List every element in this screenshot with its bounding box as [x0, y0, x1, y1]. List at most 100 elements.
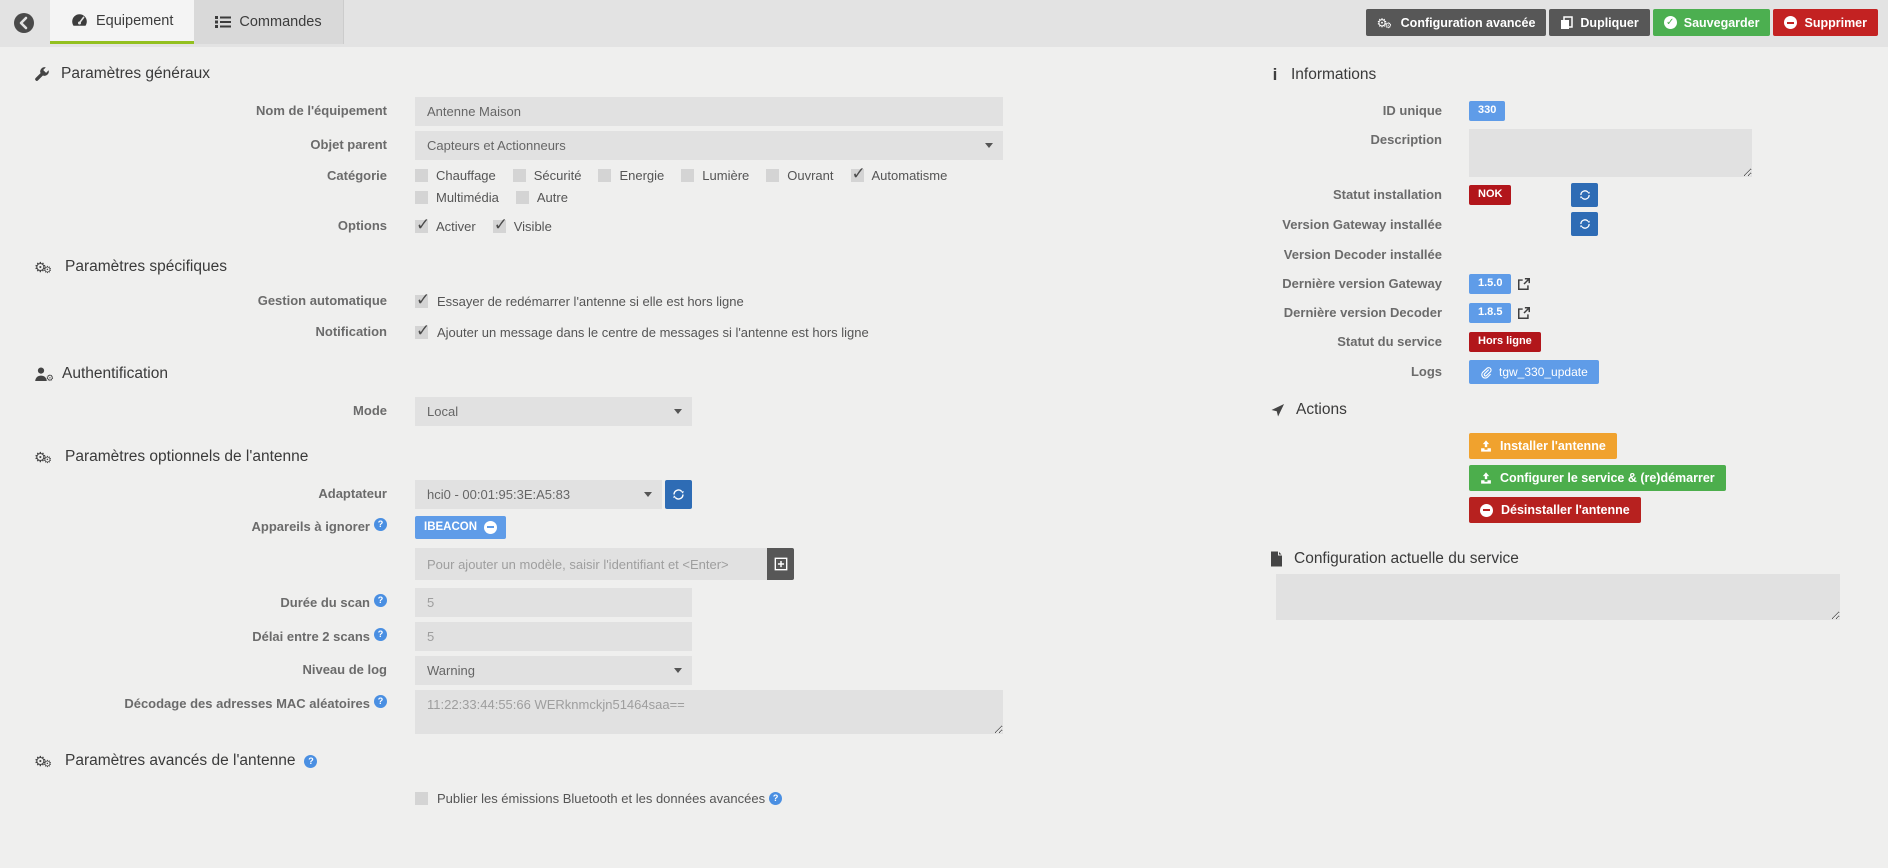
description-textarea[interactable]	[1469, 129, 1752, 177]
tab-label: Equipement	[96, 12, 174, 29]
category-checkbox[interactable]	[766, 169, 780, 182]
configure-service-button[interactable]: Configurer le service & (re)démarrer	[1469, 465, 1726, 491]
tab-equipement[interactable]: Equipement	[50, 0, 195, 44]
adapter-row: Adaptateur hci0 - 00:01:95:3E:A5:83	[0, 480, 1045, 509]
adapter-select[interactable]: hci0 - 00:01:95:3E:A5:83	[415, 480, 662, 509]
checkbox-label: Ouvrant	[787, 168, 834, 183]
auto-restart-checkbox[interactable]	[415, 290, 430, 310]
scan-duration-input[interactable]	[415, 588, 692, 617]
mac-decode-row: Décodage des adresses MAC aléatoires?	[0, 690, 1045, 734]
name-input[interactable]	[415, 97, 1003, 126]
delete-button[interactable]: Supprimer	[1773, 9, 1878, 36]
field-label: Version Decoder installée	[1283, 247, 1442, 263]
add-device-input[interactable]	[415, 548, 767, 580]
help-icon[interactable]: ?	[304, 754, 318, 768]
select-value: Local	[427, 404, 459, 419]
section-advanced: Paramètres avancés de l'antenne ?	[34, 752, 1045, 774]
section-service-config: Configuration actuelle du service	[1270, 550, 1855, 568]
caret-down-icon	[674, 668, 682, 673]
install-status-badge: NOK	[1469, 185, 1512, 205]
copy-icon	[1560, 15, 1574, 30]
gateway-version-refresh-button[interactable]	[1571, 212, 1598, 236]
field-label: Catégorie	[327, 168, 387, 183]
help-icon[interactable]: ?	[374, 627, 387, 641]
delete-label: Supprimer	[1804, 15, 1867, 30]
category-checkbox[interactable]	[415, 169, 428, 182]
field-label: Dernière version Decoder	[1283, 305, 1442, 321]
logs-button[interactable]: tgw_330_update	[1469, 360, 1599, 384]
publish-checkbox[interactable]	[415, 791, 428, 805]
uninstall-antenna-button[interactable]: Désinstaller l'antenne	[1469, 497, 1641, 523]
tag-remove-icon[interactable]	[484, 520, 498, 534]
category-checkbox[interactable]	[515, 191, 529, 204]
file-icon	[1270, 551, 1283, 567]
scan-delay-row: Délai entre 2 scans?	[0, 622, 1045, 651]
field-label: Niveau de log	[302, 662, 387, 678]
install-status-refresh-button[interactable]	[1571, 183, 1598, 207]
tab-commandes[interactable]: Commandes	[194, 0, 344, 44]
equipment-form: Paramètres généraux Nom de l'équipement …	[0, 47, 1045, 814]
install-status-row: Statut installation NOK	[1270, 183, 1855, 207]
section-title: Paramètres avancés de l'antenne	[65, 752, 296, 769]
category-checkbox[interactable]	[681, 169, 695, 182]
category-checkbox[interactable]	[512, 169, 526, 182]
tag-label: IBEACON	[424, 521, 478, 533]
arrow-circle-left-icon	[13, 12, 35, 34]
gateway-version-badge[interactable]: 1.5.0	[1469, 274, 1512, 294]
field-label: Gestion automatique	[257, 292, 387, 308]
topbar-actions: Configuration avancée Dupliquer Sauvegar…	[1365, 9, 1878, 36]
adapter-refresh-button[interactable]	[665, 480, 692, 509]
id-badge: 330	[1469, 101, 1506, 121]
mode-select[interactable]: Local	[415, 397, 692, 426]
section-title: Configuration actuelle du service	[1294, 550, 1519, 567]
external-link-icon[interactable]	[1517, 306, 1531, 320]
tab-label: Commandes	[239, 14, 322, 30]
caret-down-icon	[674, 409, 682, 414]
checkbox-label: Autre	[536, 190, 568, 205]
section-specific: Paramètres spécifiques	[34, 258, 1045, 280]
help-icon[interactable]: ?	[769, 791, 783, 805]
notification-checkbox[interactable]	[415, 321, 430, 341]
checkbox-label: Multimédia	[436, 190, 499, 205]
help-icon[interactable]: ?	[374, 695, 387, 708]
caret-down-icon	[985, 143, 993, 148]
help-icon[interactable]: ?	[374, 518, 387, 532]
category-checkboxes: Chauffage Sécurité Energie Lumière Ouvra…	[415, 164, 980, 208]
checkbox-label: Essayer de redémarrer l'antenne si elle …	[437, 293, 744, 309]
visible-checkbox[interactable]	[492, 215, 508, 235]
logs-label: tgw_330_update	[1499, 365, 1588, 379]
duplicate-button[interactable]: Dupliquer	[1549, 9, 1650, 36]
log-level-select[interactable]: Warning	[415, 656, 692, 685]
help-icon[interactable]: ?	[374, 593, 387, 607]
parent-select[interactable]: Capteurs et Actionneurs	[415, 131, 1003, 160]
external-link-icon[interactable]	[1517, 277, 1531, 291]
service-config-textarea[interactable]	[1276, 574, 1840, 620]
back-button[interactable]	[13, 12, 35, 34]
refresh-icon	[1579, 218, 1591, 230]
field-label: Adaptateur	[318, 486, 387, 502]
checkbox-label: Publier les émissions Bluetooth et les d…	[437, 790, 766, 806]
checkbox-label: Chauffage	[436, 168, 496, 183]
unique-id-row: ID unique 330	[1270, 100, 1855, 122]
save-button[interactable]: Sauvegarder	[1652, 9, 1771, 36]
select-value: Capteurs et Actionneurs	[427, 138, 566, 153]
install-antenna-button[interactable]: Installer l'antenne	[1469, 433, 1617, 459]
description-row: Description	[1270, 129, 1855, 177]
category-checkbox[interactable]	[415, 191, 428, 204]
field-label: Appareils à ignorer?	[0, 518, 415, 535]
category-checkbox[interactable]	[598, 169, 612, 182]
advanced-config-button[interactable]: Configuration avancée	[1365, 9, 1547, 36]
topbar: Equipement Commandes Configuration avanc…	[0, 0, 1888, 47]
decoder-version-badge[interactable]: 1.8.5	[1469, 303, 1512, 323]
advanced-config-label: Configuration avancée	[1400, 15, 1536, 30]
name-row: Nom de l'équipement	[0, 97, 1045, 126]
ignore-devices-row: Appareils à ignorer? IBEACON	[0, 514, 1045, 540]
enable-checkbox[interactable]	[415, 215, 430, 235]
add-device-button[interactable]	[767, 548, 794, 580]
mac-decode-textarea[interactable]	[415, 690, 1003, 734]
publish-row: Publier les émissions Bluetooth et les d…	[0, 787, 1045, 809]
uninstall-antenna-label: Désinstaller l'antenne	[1501, 503, 1630, 517]
scan-delay-input[interactable]	[415, 622, 692, 651]
field-label: Description	[1370, 132, 1442, 147]
category-checkbox[interactable]	[850, 164, 866, 184]
